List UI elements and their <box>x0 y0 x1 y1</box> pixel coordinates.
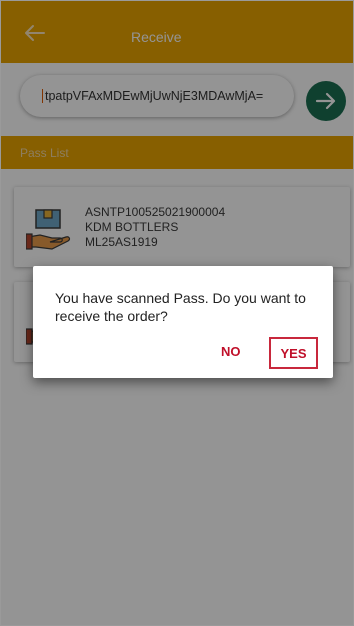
yes-button[interactable]: YES <box>269 337 318 369</box>
dialog-message: You have scanned Pass. Do you want to re… <box>55 290 306 324</box>
no-button[interactable]: NO <box>221 344 241 359</box>
confirm-dialog: You have scanned Pass. Do you want to re… <box>33 266 333 378</box>
receive-screen: Receive Pass List ASNTP100525021900004 K… <box>0 0 354 626</box>
